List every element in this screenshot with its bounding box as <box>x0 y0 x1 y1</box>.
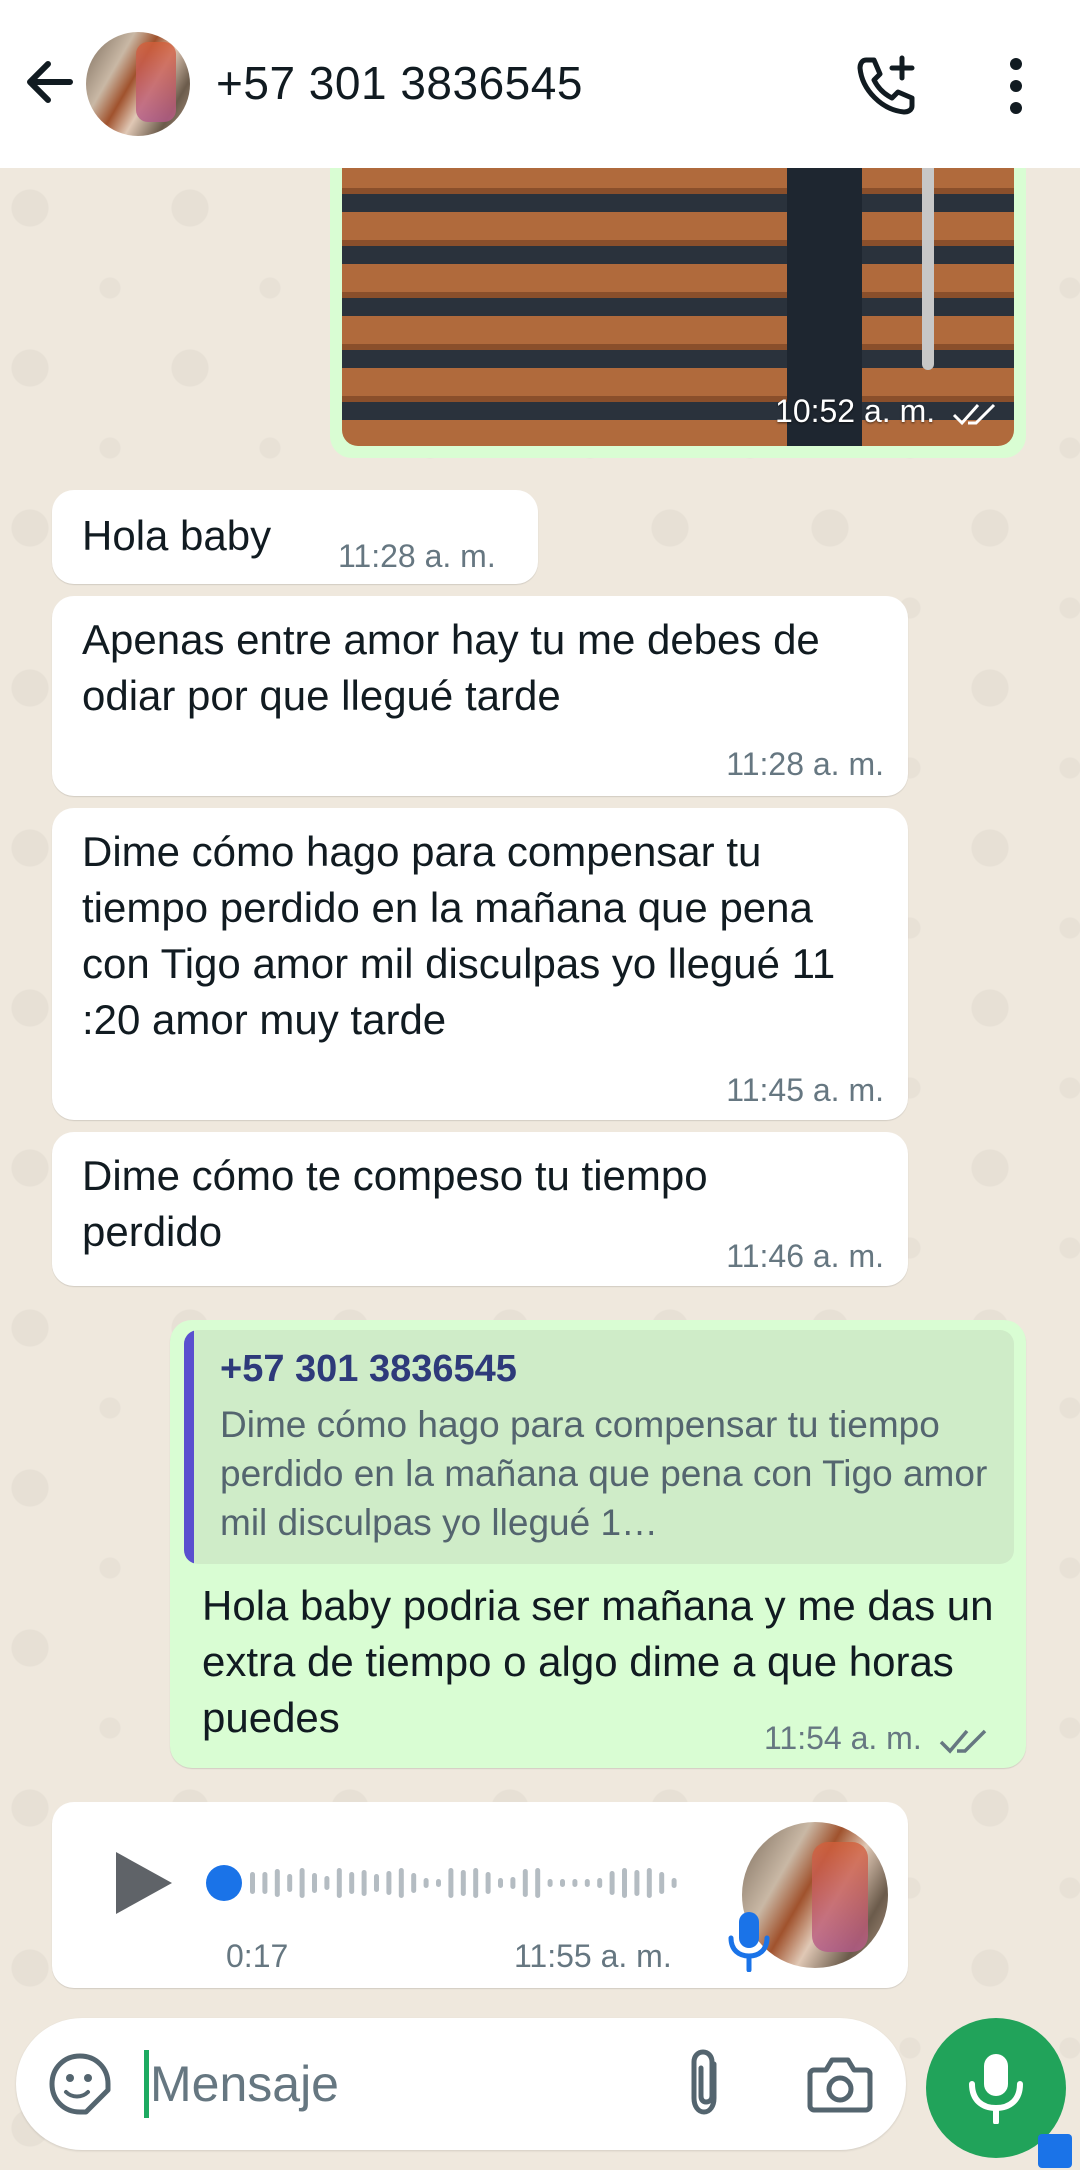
waveform-bar <box>374 1874 379 1892</box>
message-text: Apenas entre amor hay tu me debes de odi… <box>82 616 820 719</box>
waveform-bar <box>436 1879 441 1887</box>
message-time: 11:46 a. m. <box>726 1238 884 1274</box>
text-cursor <box>144 2050 149 2118</box>
incoming-message[interactable]: Hola baby 11:28 a. m. <box>52 490 538 584</box>
waveform-bar <box>336 1868 342 1898</box>
message-time: 10:52 a. m. <box>775 393 936 429</box>
waveform-bar <box>485 1872 491 1894</box>
waveform-bar <box>324 1876 330 1890</box>
waveform-bar <box>584 1879 590 1887</box>
waveform-bar <box>535 1868 541 1898</box>
message-time: 11:28 a. m. <box>726 746 884 782</box>
waveform-bar <box>349 1872 355 1894</box>
message-composer <box>16 2018 906 2150</box>
waveform-bar <box>597 1878 603 1888</box>
waveform-bar <box>473 1868 479 1898</box>
message-time: 11:55 a. m. <box>514 1938 672 1974</box>
waveform-bar <box>622 1868 627 1898</box>
quoted-text: Dime cómo hago para compensar tu tiempo … <box>220 1404 988 1543</box>
waveform-bar <box>634 1870 640 1896</box>
waveform-bar <box>522 1869 528 1897</box>
message-input[interactable] <box>150 2046 650 2122</box>
system-badge-icon <box>1038 2134 1072 2168</box>
message-text: Dime cómo hago para compensar tu tiempo … <box>82 828 836 1043</box>
play-icon[interactable] <box>112 1848 176 1918</box>
attach-icon[interactable] <box>676 2048 736 2120</box>
waveform-bar <box>448 1868 454 1898</box>
waveform-bar <box>560 1879 565 1887</box>
back-arrow-icon[interactable] <box>18 50 82 114</box>
more-options-icon[interactable] <box>996 52 1036 120</box>
waveform-bar <box>411 1873 417 1893</box>
waveform-bar <box>262 1872 268 1894</box>
contact-name[interactable]: +57 301 3836545 <box>216 56 583 110</box>
photo-thumbnail[interactable]: 10:52 a. m. <box>342 150 1014 446</box>
waveform-bar <box>274 1869 280 1897</box>
waveform-bar <box>646 1868 652 1898</box>
waveform-bar <box>299 1868 305 1898</box>
waveform-bar <box>386 1871 392 1895</box>
message-text: Dime cómo te compeso tu tiempo perdido <box>82 1152 708 1255</box>
waveform-bar <box>312 1873 317 1893</box>
incoming-message[interactable]: Apenas entre amor hay tu me debes de odi… <box>52 596 908 796</box>
chat-header: +57 301 3836545 <box>0 0 1080 168</box>
waveform-bar <box>398 1868 404 1898</box>
waveform-bar <box>287 1874 293 1892</box>
microphone-icon <box>728 1912 770 1972</box>
quoted-sender: +57 301 3836545 <box>220 1348 517 1390</box>
playback-scrubber[interactable] <box>206 1865 242 1901</box>
incoming-message[interactable]: Dime cómo te compeso tu tiempo perdido 1… <box>52 1132 908 1286</box>
waveform-bar <box>572 1879 578 1887</box>
waveform-bar <box>361 1870 367 1896</box>
waveform-bar <box>671 1878 677 1888</box>
door-handle <box>922 150 934 370</box>
waveform-bar <box>609 1871 615 1895</box>
quoted-message[interactable]: +57 301 3836545 Dime cómo hago para comp… <box>184 1330 1014 1564</box>
message-time: 11:28 a. m. <box>338 538 496 574</box>
camera-icon[interactable] <box>806 2052 874 2116</box>
message-text: Hola baby <box>82 512 272 559</box>
double-check-icon <box>952 403 996 425</box>
waveform-bar <box>498 1878 503 1888</box>
microphone-icon <box>969 2054 1023 2124</box>
waveform-bar <box>250 1872 255 1894</box>
waveform-bar <box>659 1872 665 1894</box>
waveform-bar <box>423 1878 429 1888</box>
message-time: 11:54 a. m. <box>764 1720 922 1756</box>
sticker-emoji-icon[interactable] <box>46 2050 114 2118</box>
image-message[interactable]: 10:52 a. m. <box>330 150 1026 458</box>
waveform-bar <box>510 1877 516 1889</box>
double-check-icon <box>939 1729 986 1754</box>
contact-avatar[interactable] <box>86 32 190 136</box>
message-time: 11:45 a. m. <box>726 1072 884 1108</box>
quote-bar <box>184 1330 194 1564</box>
waveform[interactable] <box>248 1862 688 1904</box>
add-call-icon[interactable] <box>852 52 920 120</box>
incoming-message[interactable]: Dime cómo hago para compensar tu tiempo … <box>52 808 908 1120</box>
voice-duration: 0:17 <box>226 1938 289 1974</box>
waveform-bar <box>460 1870 466 1896</box>
waveform-bar <box>547 1879 553 1887</box>
